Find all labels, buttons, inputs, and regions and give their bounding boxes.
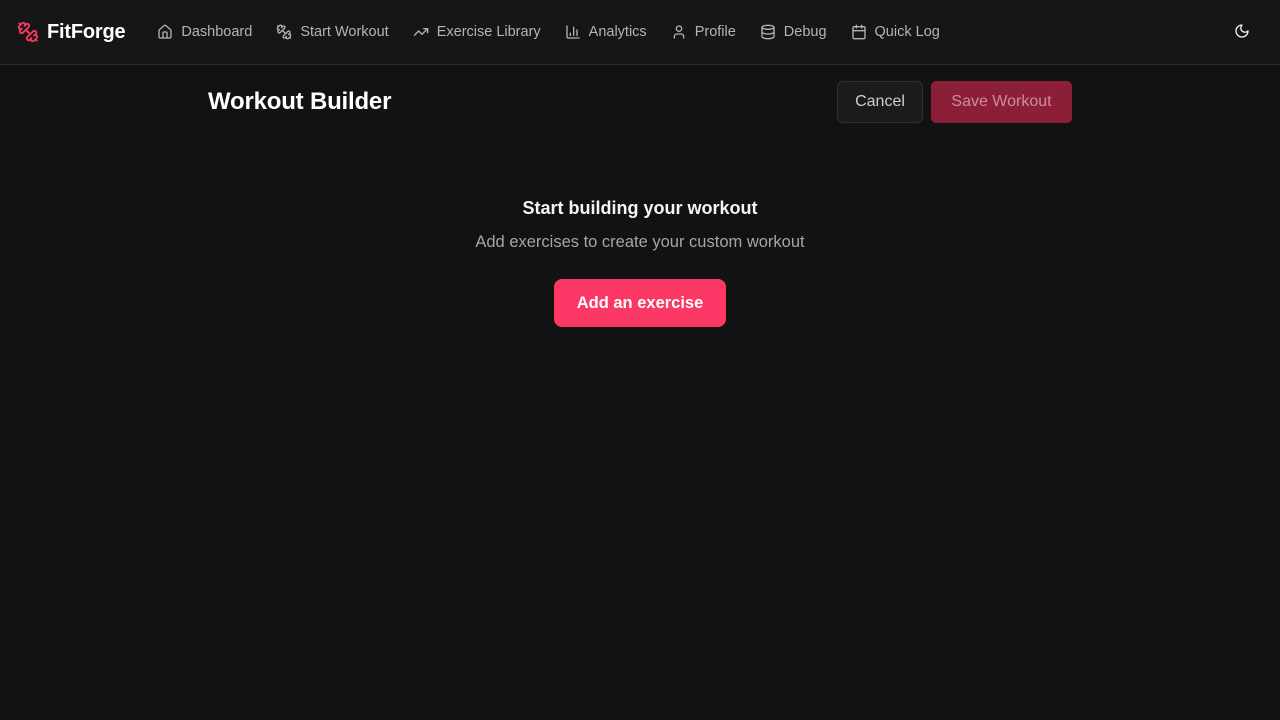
nav-item-label: Quick Log <box>874 24 940 40</box>
nav-item-label: Start Workout <box>300 24 389 40</box>
user-icon <box>673 25 685 39</box>
nav-item-label: Analytics <box>588 24 647 40</box>
nav-item-label: Profile <box>694 24 736 40</box>
cancel-button[interactable]: Cancel <box>837 81 923 123</box>
database-icon <box>761 24 775 40</box>
nav-item-exercise-library[interactable]: Exercise Library <box>413 24 541 40</box>
nav-item-dashboard[interactable]: Dashboard <box>157 24 252 40</box>
theme-toggle-button[interactable] <box>1234 23 1252 41</box>
nav-item-label: Dashboard <box>181 24 253 40</box>
empty-state-subtitle: Add exercises to create your custom work… <box>475 233 805 251</box>
home-icon <box>158 24 173 39</box>
brand-logo-link[interactable]: FitForge <box>17 20 126 44</box>
nav-item-analytics[interactable]: Analytics <box>565 24 647 40</box>
nav-item-debug[interactable]: Debug <box>760 24 827 40</box>
empty-state-title: Start building your workout <box>522 198 758 218</box>
moon-icon <box>1235 24 1249 38</box>
bar-chart-icon <box>565 25 580 39</box>
top-navigation-bar: FitForge Dashboard Start Workout Exercis… <box>0 0 1280 65</box>
nav-item-start-workout[interactable]: Start Workout <box>276 24 389 40</box>
save-workout-button[interactable]: Save Workout <box>931 81 1072 123</box>
dumbbell-icon <box>17 21 39 43</box>
nav-item-label: Debug <box>783 24 827 40</box>
page-title: Workout Builder <box>208 88 392 115</box>
nav-item-label: Exercise Library <box>436 24 541 40</box>
nav-item-quick-log[interactable]: Quick Log <box>851 24 940 40</box>
app-name: FitForge <box>47 20 126 43</box>
dumbbell-icon <box>276 24 292 40</box>
add-exercise-button[interactable]: Add an exercise <box>554 279 726 327</box>
trending-up-icon <box>413 27 429 36</box>
calendar-icon <box>851 24 866 40</box>
nav-item-profile[interactable]: Profile <box>671 24 736 40</box>
main-nav: Dashboard Start Workout Exercise Library <box>157 24 940 40</box>
